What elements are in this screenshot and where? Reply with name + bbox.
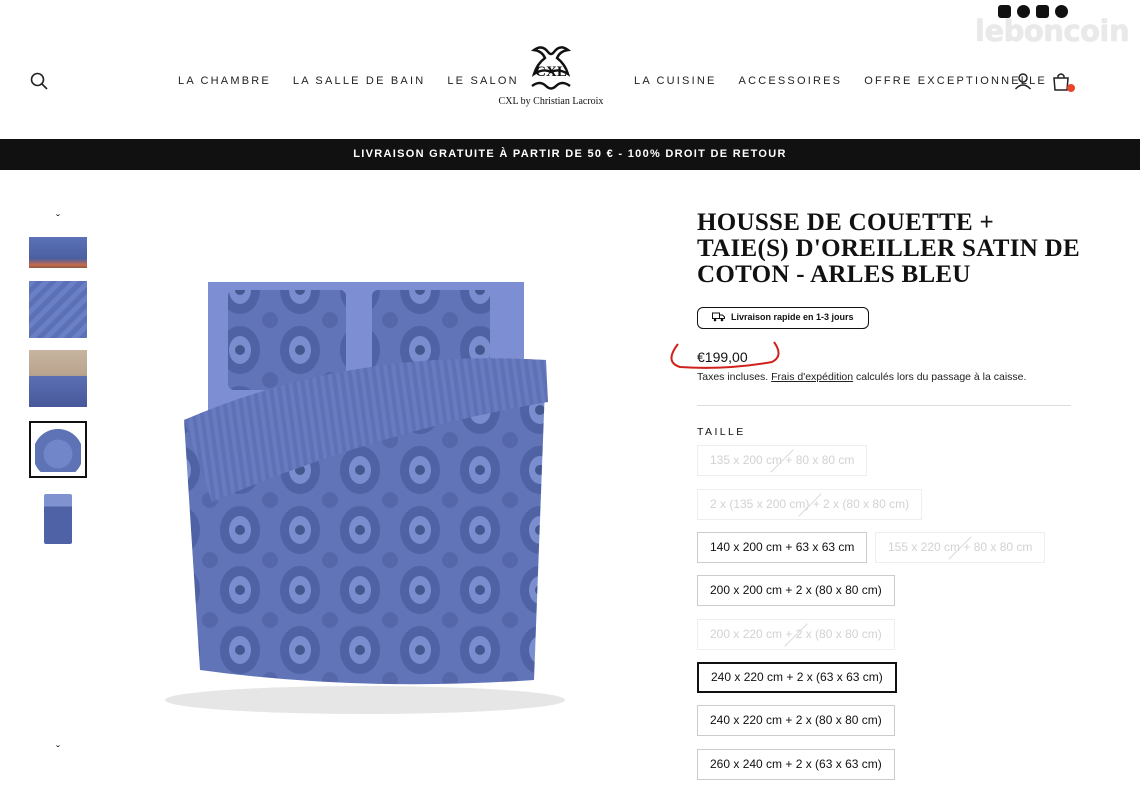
main-product-image[interactable] [150,260,600,730]
size-option[interactable]: 240 x 220 cm + 2 x (80 x 80 cm) [697,705,895,736]
truck-icon [712,312,725,322]
product-thumbnail[interactable] [29,350,87,407]
size-label: TAILLE [697,426,746,438]
main-nav-right: LA CUISINE ACCESSOIRES OFFRE EXCEPTIONNE… [634,75,1047,87]
product-thumbnail[interactable] [29,237,87,268]
size-option[interactable]: 135 x 200 cm + 80 x 80 cm [697,445,868,476]
search-button[interactable] [30,72,48,90]
cxl-monogram-logo: CXL [530,46,572,90]
duvet-cover-image [165,282,565,714]
product-thumbnail-selected[interactable] [29,421,87,478]
svg-text:CXL: CXL [535,64,567,80]
nav-link-accessoires[interactable]: ACCESSOIRES [739,75,843,87]
size-option-selected[interactable]: 240 x 220 cm + 2 x (63 x 63 cm) [697,662,897,693]
brand-logo[interactable]: CXL CXL by Christian Lacroix [498,42,604,122]
product-thumbnail[interactable] [29,281,87,338]
cart-count-badge [1067,84,1075,92]
nav-link-la-chambre[interactable]: LA CHAMBRE [178,75,271,87]
thumbnails-up-chevron-icon[interactable]: ˇ [52,213,64,225]
cart-button[interactable] [1052,72,1075,92]
site-header: leboncoin LA CHAMBRE LA SALLE DE BAIN LE… [0,0,1140,139]
size-option[interactable]: 200 x 220 cm + 2 x (80 x 80 cm) [697,619,895,650]
thumbnails-down-chevron-icon[interactable]: ˇ [52,744,64,756]
announcement-bar: LIVRAISON GRATUITE À PARTIR DE 50 € - 10… [0,139,1140,170]
shipping-policy-link[interactable]: Frais d'expédition [771,371,853,383]
size-option[interactable]: 2 x (135 x 200 cm) + 2 x (80 x 80 cm) [697,489,923,520]
leboncoin-watermark: leboncoin [975,14,1130,48]
user-icon [1014,73,1032,90]
product-title: HOUSSE DE COUETTE + TAIE(S) D'OREILLER S… [697,209,1080,288]
product-price: €199,00 [697,349,748,365]
size-option[interactable]: 155 x 220 cm + 80 x 80 cm [875,532,1046,563]
tax-note: Taxes incluses. Frais d'expédition calcu… [697,371,1026,383]
delivery-badge: Livraison rapide en 1-3 jours [697,307,869,329]
divider [697,405,1071,406]
search-icon [30,72,48,90]
nav-link-la-cuisine[interactable]: LA CUISINE [634,75,717,87]
main-nav-left: LA CHAMBRE LA SALLE DE BAIN LE SALON [178,75,519,87]
tax-note-suffix: calculés lors du passage à la caisse. [853,371,1027,383]
size-option[interactable]: 200 x 200 cm + 2 x (80 x 80 cm) [697,575,895,606]
product-thumbnail[interactable] [29,492,87,545]
size-option[interactable]: 260 x 240 cm + 2 x (63 x 63 cm) [697,749,895,780]
tax-note-prefix: Taxes incluses. [697,371,772,383]
nav-link-la-salle-de-bain[interactable]: LA SALLE DE BAIN [293,75,425,87]
account-button[interactable] [1014,72,1034,92]
size-option[interactable]: 140 x 200 cm + 63 x 63 cm [697,532,868,563]
delivery-badge-label: Livraison rapide en 1-3 jours [731,312,854,322]
logo-caption: CXL by Christian Lacroix [498,96,604,107]
